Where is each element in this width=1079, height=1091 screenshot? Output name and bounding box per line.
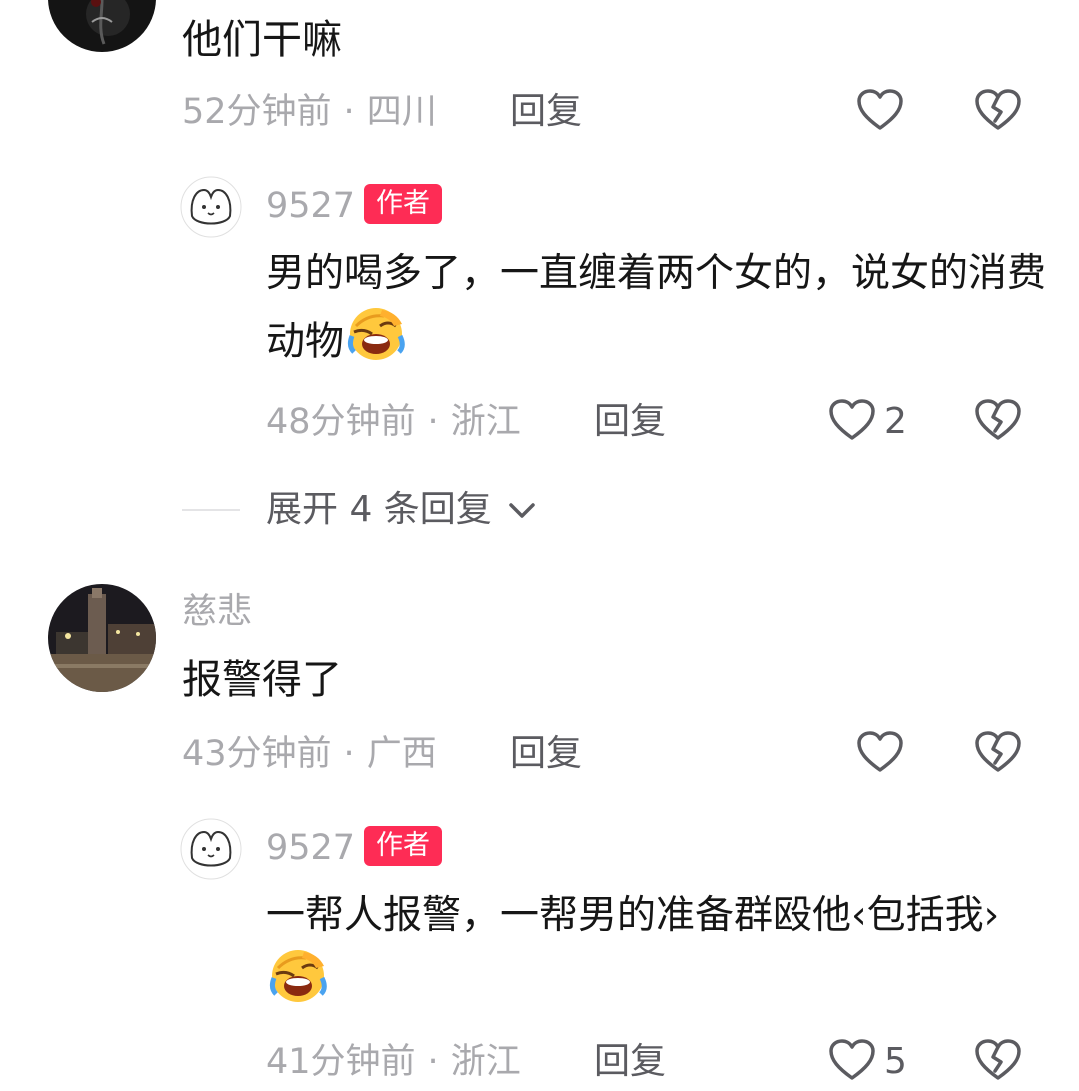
heart-outline-icon[interactable] [828, 398, 876, 442]
meta-separator: · [343, 734, 355, 774]
reply-button[interactable]: 回复 [510, 734, 582, 774]
reply-meta: 48分钟前 · 浙江 [266, 402, 521, 442]
commenter-avatar[interactable] [48, 584, 156, 692]
heart-outline-icon[interactable] [856, 88, 904, 132]
author-avatar[interactable] [180, 176, 242, 238]
reply-location: 浙江 [450, 402, 521, 442]
like-count: 2 [884, 401, 907, 442]
reply-time: 41分钟前 [266, 1042, 416, 1082]
comment-time: 43分钟前 [182, 734, 332, 774]
reply-username[interactable]: 9527 [266, 186, 355, 226]
comment-location: 四川 [366, 92, 437, 132]
broken-heart-icon[interactable] [974, 88, 1022, 132]
heart-outline-icon[interactable] [856, 730, 904, 774]
expand-replies-button[interactable]: 展开 4 条回复 [266, 490, 537, 530]
chevron-down-icon [507, 501, 537, 521]
meta-separator: · [427, 402, 439, 442]
reply-location: 浙江 [450, 1042, 521, 1082]
expand-divider [182, 509, 240, 511]
author-avatar[interactable] [180, 818, 242, 880]
comment-text: 报警得了 [182, 657, 342, 703]
comment-meta: 43分钟前 · 广西 [182, 734, 437, 774]
author-badge: 作者 [364, 184, 442, 224]
broken-heart-icon[interactable] [974, 730, 1022, 774]
reply-text: 一帮人报警，一帮男的准备群殴他‹包括我› [266, 884, 1056, 1024]
reply-button[interactable]: 回复 [594, 402, 666, 442]
expand-replies-label: 展开 4 条回复 [266, 489, 492, 530]
reply-button[interactable]: 回复 [510, 92, 582, 132]
meta-separator: · [343, 92, 355, 132]
crying-laughing-emoji [268, 948, 330, 1024]
comment-location: 广西 [366, 734, 437, 774]
broken-heart-icon[interactable] [974, 1038, 1022, 1082]
reply-text-content: 一帮人报警，一帮男的准备群殴他‹包括我› [266, 893, 1000, 938]
comment-time: 52分钟前 [182, 92, 332, 132]
commenter-avatar[interactable] [48, 0, 156, 52]
like-count: 5 [884, 1041, 907, 1082]
commenter-username[interactable]: 慈悲 [182, 592, 252, 632]
comment-text: 他们干嘛 [182, 17, 342, 63]
meta-separator: · [427, 1042, 439, 1082]
reply-text: 男的喝多了，一直缠着两个女的，说女的消费动物 [266, 242, 1056, 382]
reply-time: 48分钟前 [266, 402, 416, 442]
reply-button[interactable]: 回复 [594, 1042, 666, 1082]
heart-outline-icon[interactable] [828, 1038, 876, 1082]
broken-heart-icon[interactable] [974, 398, 1022, 442]
comment-meta: 52分钟前 · 四川 [182, 92, 437, 132]
reply-meta: 41分钟前 · 浙江 [266, 1042, 521, 1082]
reply-username[interactable]: 9527 [266, 828, 355, 868]
author-badge: 作者 [364, 826, 442, 866]
crying-laughing-emoji [346, 306, 408, 382]
